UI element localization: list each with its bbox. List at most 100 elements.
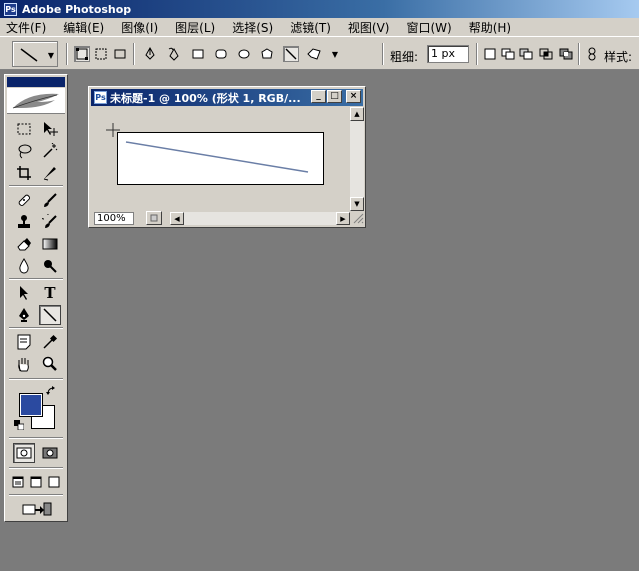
intersect-shape-area-icon[interactable] bbox=[538, 46, 554, 62]
tool-preset-picker[interactable]: ▼ bbox=[12, 41, 58, 67]
full-screen-menu-mode-icon[interactable] bbox=[27, 472, 45, 492]
hand-icon[interactable] bbox=[13, 354, 35, 374]
toolbox-separator bbox=[9, 185, 63, 187]
scroll-right-icon[interactable]: ▶ bbox=[336, 212, 350, 225]
adobe-feather-logo[interactable] bbox=[7, 88, 65, 114]
options-separator bbox=[133, 43, 135, 65]
fill-pixels-mode-icon[interactable] bbox=[112, 46, 128, 62]
freeform-pen-icon[interactable] bbox=[166, 46, 182, 62]
line-shape[interactable] bbox=[118, 133, 323, 184]
rectangle-icon[interactable] bbox=[190, 46, 206, 62]
toolbox: T bbox=[4, 74, 68, 522]
menu-filter[interactable]: 滤镜(T) bbox=[290, 19, 331, 36]
menu-layer[interactable]: 图层(L) bbox=[175, 19, 215, 36]
crop-icon[interactable] bbox=[13, 163, 35, 183]
toolbox-separator bbox=[9, 437, 63, 439]
menu-image[interactable]: 图像(I) bbox=[121, 19, 158, 36]
pen-icon[interactable] bbox=[142, 46, 158, 62]
shape-layers-mode-icon[interactable] bbox=[74, 46, 90, 62]
chevron-down-icon: ▼ bbox=[47, 51, 54, 60]
document-icon: Ps bbox=[94, 91, 107, 104]
zoom-level-field[interactable]: 100% bbox=[94, 212, 134, 225]
crosshair-cursor-icon bbox=[106, 123, 120, 137]
foreground-color-swatch[interactable] bbox=[19, 393, 43, 417]
canvas-area[interactable] bbox=[92, 107, 350, 211]
jump-to-imageready-icon[interactable] bbox=[19, 499, 55, 519]
eraser-icon[interactable] bbox=[13, 234, 35, 254]
app-title: Adobe Photoshop bbox=[22, 2, 132, 16]
document-window: Ps 未标题-1 @ 100% (形状 1, RGB/... _ □ × ▲ ▼… bbox=[88, 86, 366, 228]
paths-mode-icon[interactable] bbox=[93, 46, 109, 62]
weight-input[interactable]: 1 px bbox=[427, 45, 469, 63]
menu-bar: 文件(F) 编辑(E) 图像(I) 图层(L) 选择(S) 滤镜(T) 视图(V… bbox=[0, 18, 639, 36]
toolbox-separator bbox=[9, 327, 63, 329]
vertical-scrollbar[interactable]: ▲ ▼ bbox=[350, 107, 364, 211]
pen-icon[interactable] bbox=[13, 305, 35, 325]
line-icon bbox=[20, 48, 38, 62]
horizontal-scrollbar[interactable]: ◀ ▶ bbox=[170, 212, 350, 225]
standard-mode-icon[interactable] bbox=[13, 443, 35, 463]
menu-view[interactable]: 视图(V) bbox=[348, 19, 390, 36]
lasso-icon[interactable] bbox=[13, 141, 35, 161]
blur-icon[interactable] bbox=[13, 256, 35, 276]
add-shape-area-icon[interactable] bbox=[500, 46, 516, 62]
new-shape-area-icon[interactable] bbox=[482, 46, 498, 62]
status-info-icon[interactable] bbox=[146, 211, 162, 225]
path-select-icon[interactable] bbox=[13, 283, 35, 303]
dodge-icon[interactable] bbox=[39, 256, 61, 276]
clone-stamp-icon[interactable] bbox=[13, 212, 35, 232]
scroll-down-icon[interactable]: ▼ bbox=[350, 197, 364, 211]
gradient-icon[interactable] bbox=[39, 234, 61, 254]
type-icon[interactable]: T bbox=[39, 283, 61, 303]
link-icon[interactable] bbox=[584, 46, 600, 62]
document-canvas[interactable] bbox=[117, 132, 324, 185]
standard-screen-mode-icon[interactable] bbox=[9, 472, 27, 492]
exclude-shape-area-icon[interactable] bbox=[558, 46, 574, 62]
toolbox-separator bbox=[9, 278, 63, 280]
menu-window[interactable]: 窗口(W) bbox=[406, 19, 451, 36]
custom-shape-icon[interactable] bbox=[306, 46, 322, 62]
magic-wand-icon[interactable] bbox=[39, 141, 61, 161]
scroll-up-icon[interactable]: ▲ bbox=[350, 107, 364, 121]
options-separator bbox=[66, 43, 68, 65]
options-separator bbox=[578, 43, 580, 65]
quick-mask-mode-icon[interactable] bbox=[39, 443, 61, 463]
weight-label: 粗细: bbox=[390, 50, 419, 64]
minimize-button[interactable]: _ bbox=[311, 90, 326, 103]
chevron-down-icon[interactable]: ▼ bbox=[327, 46, 343, 62]
style-label: 样式: bbox=[604, 50, 633, 64]
healing-brush-icon[interactable] bbox=[13, 190, 35, 210]
default-colors-icon[interactable] bbox=[13, 419, 25, 431]
brush-icon[interactable] bbox=[39, 190, 61, 210]
history-brush-icon[interactable] bbox=[39, 212, 61, 232]
app-titlebar: Ps Adobe Photoshop bbox=[0, 0, 639, 18]
swap-colors-icon[interactable] bbox=[45, 385, 57, 397]
menu-file[interactable]: 文件(F) bbox=[6, 19, 46, 36]
document-status-bar: 100% ◀ ▶ bbox=[92, 211, 364, 226]
ellipse-icon[interactable] bbox=[236, 46, 252, 62]
photoshop-app-icon: Ps bbox=[4, 2, 17, 16]
notes-icon[interactable] bbox=[13, 332, 35, 352]
close-button[interactable]: × bbox=[346, 90, 361, 103]
line-icon[interactable] bbox=[39, 305, 61, 325]
options-separator bbox=[476, 43, 478, 65]
toolbox-titlebar[interactable] bbox=[7, 77, 65, 87]
rounded-rectangle-icon[interactable] bbox=[213, 46, 229, 62]
subtract-shape-area-icon[interactable] bbox=[518, 46, 534, 62]
menu-select[interactable]: 选择(S) bbox=[232, 19, 273, 36]
resize-grip-icon[interactable] bbox=[352, 212, 364, 225]
zoom-icon[interactable] bbox=[39, 354, 61, 374]
polygon-icon[interactable] bbox=[259, 46, 275, 62]
full-screen-mode-icon[interactable] bbox=[45, 472, 63, 492]
menu-help[interactable]: 帮助(H) bbox=[469, 19, 511, 36]
slice-icon[interactable] bbox=[39, 163, 61, 183]
eyedropper-icon[interactable] bbox=[39, 332, 61, 352]
marquee-icon[interactable] bbox=[13, 119, 35, 139]
maximize-button[interactable]: □ bbox=[327, 90, 342, 103]
menu-edit[interactable]: 编辑(E) bbox=[63, 19, 104, 36]
scroll-left-icon[interactable]: ◀ bbox=[170, 212, 184, 225]
line-tool-icon[interactable] bbox=[283, 46, 299, 62]
move-icon[interactable] bbox=[39, 119, 61, 139]
options-bar: ▼ ▼ 粗细: 1 px 样式: bbox=[0, 36, 639, 70]
toolbox-separator bbox=[9, 467, 63, 469]
